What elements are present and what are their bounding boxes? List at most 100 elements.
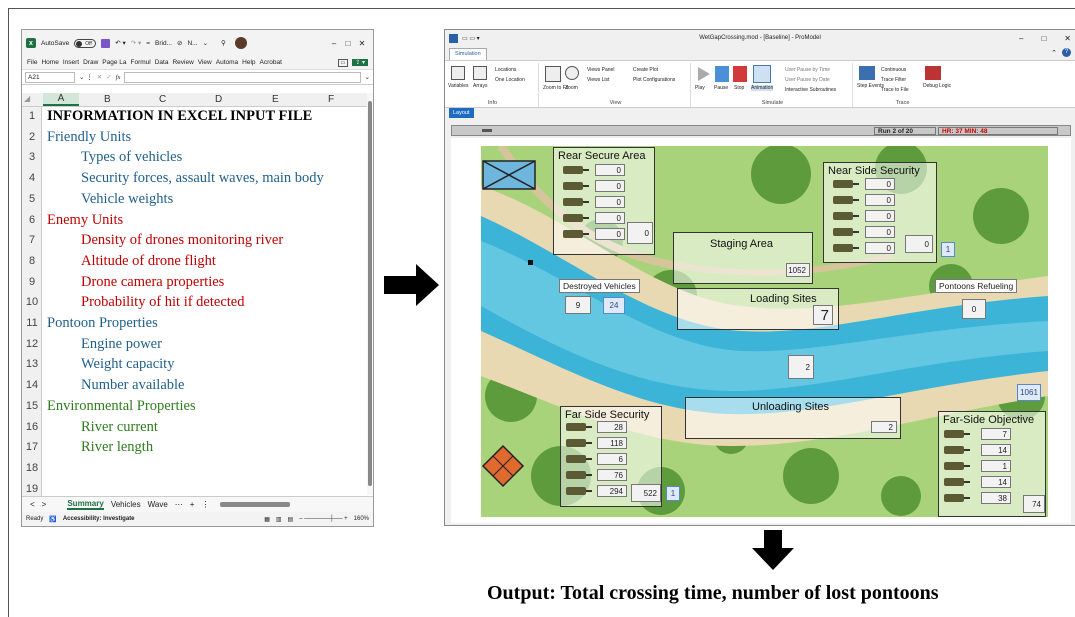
- debug-logic-icon[interactable]: [925, 66, 941, 80]
- column-header[interactable]: A: [43, 93, 79, 106]
- row-header[interactable]: 2: [22, 131, 42, 143]
- cancel-icon[interactable]: ✕: [97, 73, 102, 81]
- share-icon[interactable]: ⇪ ▾: [352, 59, 368, 66]
- row-header[interactable]: 8: [22, 255, 42, 267]
- page-break-icon[interactable]: ▤: [288, 516, 294, 523]
- cell-text[interactable]: Environmental Properties: [47, 398, 196, 415]
- cell-text[interactable]: Altitude of drone flight: [81, 253, 216, 270]
- expand-formula-icon[interactable]: ⌄: [365, 73, 370, 81]
- zoom-slider[interactable]: – ──────┼── +: [299, 516, 347, 522]
- menu-item[interactable]: Page La: [102, 59, 126, 66]
- step-events-button[interactable]: Step Events: [857, 83, 884, 89]
- row-header[interactable]: 6: [22, 214, 42, 226]
- autosave-toggle[interactable]: Off: [74, 38, 97, 48]
- row-header[interactable]: 4: [22, 172, 42, 184]
- undo-icon[interactable]: ↶ ▾: [115, 39, 126, 47]
- tab-simulation[interactable]: Simulation: [449, 48, 487, 60]
- file-name[interactable]: Brid...: [155, 40, 172, 47]
- minimize-icon[interactable]: –: [1019, 34, 1023, 43]
- staging-area[interactable]: Staging Area 1052: [673, 232, 813, 284]
- row-header[interactable]: 3: [22, 151, 42, 163]
- sheet-options-icon[interactable]: ⋮: [201, 500, 209, 509]
- cell-text[interactable]: Drone camera properties: [81, 274, 224, 291]
- variables-button[interactable]: Variables: [448, 83, 468, 89]
- comments-icon[interactable]: ▭: [337, 58, 349, 67]
- search-icon[interactable]: ⚲: [221, 39, 226, 47]
- cell-text[interactable]: Types of vehicles: [81, 149, 182, 166]
- cell-text[interactable]: Pontoon Properties: [47, 315, 158, 332]
- row-header[interactable]: 12: [22, 338, 42, 350]
- cell-grid[interactable]: INFORMATION IN EXCEL INPUT FILE Friendly …: [44, 107, 369, 496]
- close-icon[interactable]: ✕: [1064, 34, 1071, 43]
- accessibility-icon[interactable]: ♿: [49, 516, 56, 523]
- zoom-to-fit-icon[interactable]: [545, 66, 561, 82]
- maximize-icon[interactable]: □: [1041, 34, 1046, 43]
- cell-text[interactable]: River length: [81, 439, 153, 456]
- speed-slider[interactable]: [482, 129, 492, 132]
- row-header[interactable]: 5: [22, 193, 42, 205]
- enter-icon[interactable]: ✓: [106, 73, 111, 81]
- cell-text[interactable]: Engine power: [81, 336, 162, 353]
- zoom-icon[interactable]: [565, 66, 579, 80]
- arrays-button[interactable]: Arrays: [473, 83, 487, 89]
- locations-button[interactable]: Locations: [495, 67, 516, 73]
- stop-button[interactable]: Stop: [734, 85, 744, 91]
- cell-text[interactable]: Friendly Units: [47, 129, 131, 146]
- cell-text[interactable]: River current: [81, 419, 158, 436]
- formula-input[interactable]: [124, 71, 361, 83]
- help-icon[interactable]: ?: [1062, 48, 1071, 57]
- continuous-button[interactable]: Continuous: [881, 67, 906, 73]
- menu-item[interactable]: Acrobat: [260, 59, 282, 66]
- row-header[interactable]: 14: [22, 379, 42, 391]
- column-header[interactable]: F: [328, 94, 334, 105]
- menu-item[interactable]: Automa: [216, 59, 238, 66]
- page-layout-icon[interactable]: ▥: [276, 516, 282, 523]
- menu-item[interactable]: Home: [41, 59, 58, 66]
- interactive-subroutines-button[interactable]: Interactive Subroutines: [785, 87, 836, 93]
- vertical-scrollbar[interactable]: [367, 93, 373, 495]
- add-sheet-icon[interactable]: +: [190, 500, 195, 509]
- trace-to-file-button[interactable]: Trace to File: [881, 87, 909, 93]
- row-header[interactable]: 19: [22, 483, 42, 495]
- save-icon[interactable]: [101, 38, 111, 48]
- next-sheet-icon[interactable]: >: [42, 500, 47, 509]
- cell-text[interactable]: Number available: [81, 377, 184, 394]
- accessibility-status[interactable]: Accessibility: Investigate: [63, 516, 135, 522]
- animation-icon[interactable]: [753, 65, 771, 83]
- name-box-chevron-icon[interactable]: ⌄ ⋮: [79, 73, 93, 81]
- column-header[interactable]: E: [272, 94, 279, 105]
- tab-layout[interactable]: Layout: [449, 108, 474, 118]
- row-header[interactable]: 16: [22, 421, 42, 433]
- trace-filter-button[interactable]: Trace Filter: [881, 77, 906, 83]
- menu-item[interactable]: Help: [242, 59, 255, 66]
- horizontal-scrollbar[interactable]: [220, 502, 291, 507]
- select-all-corner[interactable]: ◢: [24, 94, 30, 103]
- layout-canvas[interactable]: Rear Secure Area Near Side Security Stag…: [451, 138, 1071, 523]
- play-button[interactable]: Play: [695, 85, 705, 91]
- menu-item[interactable]: File: [27, 59, 37, 66]
- user-name[interactable]: N...: [187, 40, 197, 47]
- views-list-button[interactable]: Views List: [587, 77, 609, 83]
- animation-button[interactable]: Animation: [751, 85, 774, 91]
- debug-logic-button[interactable]: Debug Logic: [923, 83, 951, 89]
- redo-icon[interactable]: ↷ ▾: [131, 39, 142, 47]
- cell-text[interactable]: Enemy Units: [47, 212, 123, 229]
- column-header[interactable]: B: [104, 94, 111, 105]
- normal-view-icon[interactable]: ▦: [264, 516, 270, 523]
- menu-item[interactable]: Draw: [83, 59, 98, 66]
- row-header[interactable]: 17: [22, 441, 42, 453]
- step-events-icon[interactable]: [859, 66, 875, 80]
- pause-button[interactable]: Pause: [714, 85, 728, 91]
- sheet-tab-vehicles[interactable]: Vehicles: [111, 500, 141, 509]
- cell-text[interactable]: Weight capacity: [81, 356, 174, 373]
- maximize-icon[interactable]: □: [341, 39, 355, 48]
- more-sheets-icon[interactable]: ⋯: [175, 500, 183, 509]
- row-header[interactable]: 1: [22, 110, 42, 122]
- row-header[interactable]: 15: [22, 400, 42, 412]
- menu-item[interactable]: Formul: [130, 59, 150, 66]
- zoom-level[interactable]: 160%: [354, 516, 369, 522]
- column-header[interactable]: D: [215, 94, 222, 105]
- user-pause-date-button[interactable]: User Pause by Date: [785, 77, 830, 83]
- unloading-sites-area[interactable]: Unloading Sites 2: [685, 397, 901, 439]
- cell-text[interactable]: Probability of hit if detected: [81, 294, 245, 311]
